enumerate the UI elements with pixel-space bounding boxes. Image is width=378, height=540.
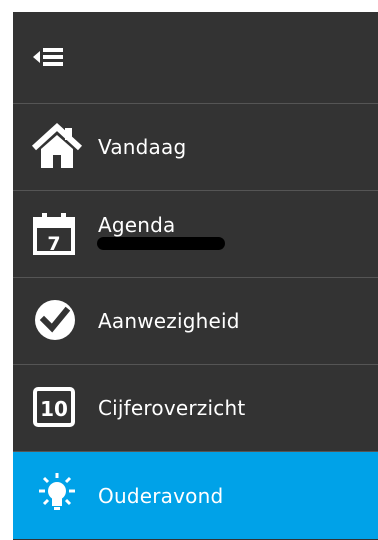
- nav-label-ouderavond: Ouderavond: [98, 483, 224, 508]
- checkmark-circle-icon: [31, 296, 83, 346]
- calendar-icon: 7: [31, 209, 83, 259]
- nav-label-aanwezigheid: Aanwezigheid: [98, 309, 240, 333]
- nav-header: [13, 12, 378, 104]
- nav-item-cijferoverzicht[interactable]: 10 Cijferoverzicht: [13, 365, 378, 452]
- nav-item-agenda[interactable]: 7 Agenda: [13, 191, 378, 278]
- collapse-menu-button[interactable]: [27, 42, 67, 72]
- navigation-sidebar: Vandaag 7 Agenda Aanwezigheid 10 Cijfero…: [13, 12, 378, 540]
- calendar-day-number: 7: [47, 233, 60, 255]
- nav-item-ouderavond[interactable]: Ouderavond: [13, 452, 378, 539]
- home-icon: [31, 122, 83, 172]
- nav-label-vandaag: Vandaag: [98, 135, 187, 159]
- nav-label-agenda: Agenda: [98, 213, 176, 237]
- nav-label-cijferoverzicht: Cijferoverzicht: [98, 396, 246, 420]
- redacted-subtext: [97, 237, 225, 250]
- grade-icon: 10: [31, 383, 83, 433]
- nav-item-vandaag[interactable]: Vandaag: [13, 104, 378, 191]
- collapse-menu-icon: [33, 48, 63, 66]
- nav-item-aanwezigheid[interactable]: Aanwezigheid: [13, 278, 378, 365]
- grade-number: 10: [40, 397, 68, 421]
- lightbulb-icon: [31, 470, 83, 520]
